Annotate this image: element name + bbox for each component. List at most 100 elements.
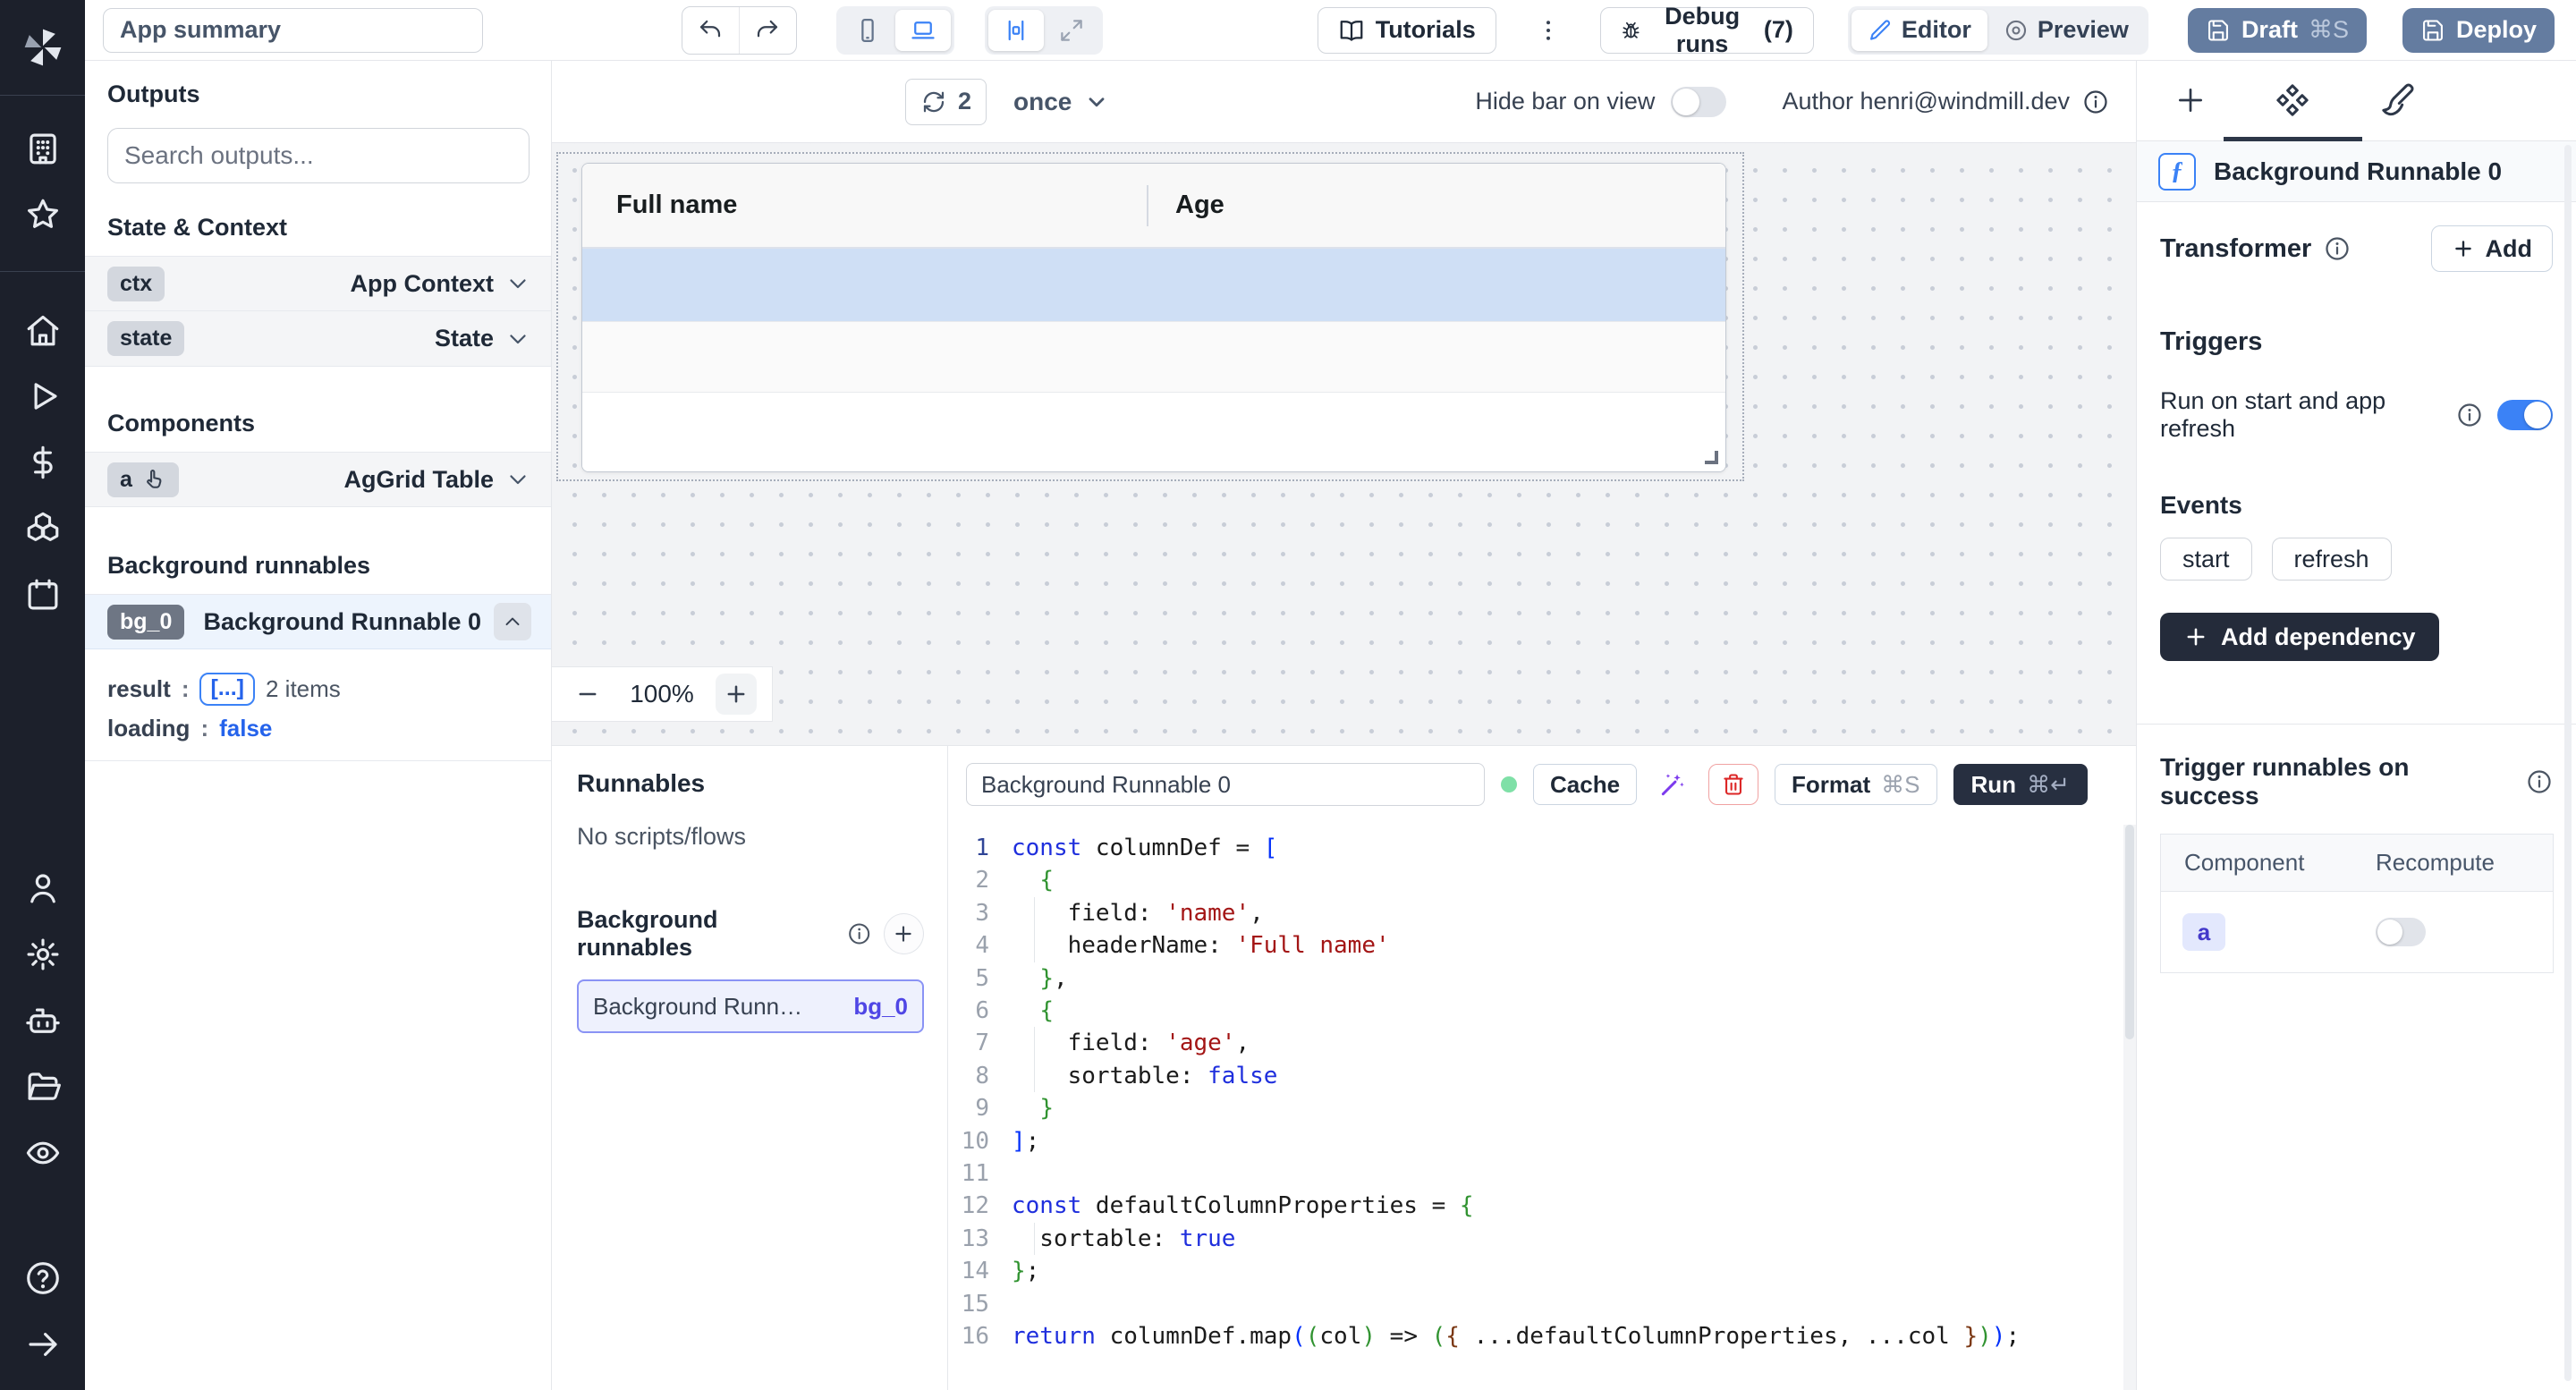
refresh-count-button[interactable]: 2: [905, 79, 987, 125]
expand-rail-button[interactable]: [0, 1311, 85, 1377]
table-column-age[interactable]: Age: [1147, 185, 1224, 226]
sidebar-item-users[interactable]: [0, 855, 85, 921]
refresh-mode-value: once: [1013, 88, 1072, 116]
code-lines[interactable]: 1const columnDef = [2 {3 field: 'name',4…: [948, 825, 2123, 1390]
undo-button[interactable]: [682, 7, 740, 54]
table-column-fullname[interactable]: Full name: [582, 191, 1147, 220]
code-line[interactable]: 10];: [948, 1125, 2123, 1157]
code-line[interactable]: 11: [948, 1157, 2123, 1190]
event-chips: start refresh: [2160, 538, 2553, 581]
code-line[interactable]: 5 },: [948, 962, 2123, 995]
sidebar-item-settings[interactable]: [0, 921, 85, 987]
sidebar-item-variables[interactable]: [0, 429, 85, 496]
delete-runnable-button[interactable]: [1708, 764, 1758, 805]
refresh-mode-select[interactable]: once: [1013, 88, 1109, 116]
code-line[interactable]: 13 sortable: true: [948, 1223, 2123, 1255]
output-row-component-a[interactable]: a AgGrid Table: [85, 452, 551, 507]
table-row[interactable]: [582, 321, 1725, 392]
event-chip[interactable]: start: [2160, 538, 2252, 581]
run-button[interactable]: Run ⌘↵: [1953, 764, 2088, 805]
editor-tab[interactable]: Editor: [1852, 10, 1987, 51]
code-line[interactable]: 15: [948, 1288, 2123, 1320]
search-outputs-input[interactable]: [107, 128, 530, 183]
sidebar-item-folders[interactable]: [0, 1054, 85, 1120]
info-icon[interactable]: [2526, 768, 2553, 795]
add-background-runnable-button[interactable]: [884, 913, 924, 954]
zoom-out-button[interactable]: [567, 674, 608, 715]
sidebar-item-workers[interactable]: [0, 987, 85, 1054]
sidebar-item-runs[interactable]: [0, 363, 85, 429]
sidebar-item-home[interactable]: [0, 297, 85, 363]
code-line[interactable]: 8 sortable: false: [948, 1060, 2123, 1092]
mobile-view-button[interactable]: [840, 10, 895, 51]
ai-assist-button[interactable]: [1653, 764, 1692, 805]
recompute-toggle[interactable]: [2376, 918, 2426, 946]
tutorials-button[interactable]: Tutorials: [1318, 7, 1496, 54]
code-line[interactable]: 6 {: [948, 995, 2123, 1027]
sidebar-item-favorites[interactable]: [0, 182, 85, 248]
code-line[interactable]: 1const columnDef = [: [948, 832, 2123, 864]
settings-tab[interactable]: [2264, 61, 2321, 140]
code-line[interactable]: 2 {: [948, 864, 2123, 896]
aggrid-table-component[interactable]: Full name Age: [581, 163, 1726, 472]
code-line[interactable]: 3 field: 'name',: [948, 897, 2123, 929]
windmill-logo[interactable]: [0, 0, 85, 95]
zoom-in-button[interactable]: [716, 674, 757, 715]
transformer-title: Transformer: [2160, 234, 2311, 264]
resize-handle[interactable]: [1705, 451, 1718, 464]
sidebar-item-apps[interactable]: [0, 115, 85, 182]
code-line[interactable]: 4 headerName: 'Full name': [948, 929, 2123, 962]
run-on-start-toggle[interactable]: [2497, 400, 2553, 430]
debug-runs-button[interactable]: Debug runs (7): [1600, 7, 1814, 54]
code-editor-panel: Cache Format ⌘S Run ⌘↵ 1const columnDef …: [948, 746, 2136, 1390]
draft-button[interactable]: Draft ⌘S: [2188, 8, 2367, 53]
styling-tab[interactable]: [2368, 61, 2426, 140]
output-row-state[interactable]: state State: [85, 311, 551, 367]
output-row-ctx[interactable]: ctx App Context: [85, 256, 551, 311]
app-summary-input[interactable]: [103, 8, 483, 53]
code-line[interactable]: 9 }: [948, 1092, 2123, 1124]
runnable-item-id: bg_0: [853, 993, 908, 1021]
windmill-app-editor: Tutorials Debug runs (7) Editor Preview …: [0, 0, 2576, 1390]
code-line[interactable]: 7 field: 'age',: [948, 1027, 2123, 1059]
runnable-name-input[interactable]: [966, 763, 1485, 806]
chevron-down-icon[interactable]: [504, 270, 531, 297]
help-button[interactable]: [0, 1245, 85, 1311]
table-row-selected[interactable]: [582, 249, 1725, 321]
desktop-view-button[interactable]: [895, 10, 951, 51]
hide-bar-toggle[interactable]: [1671, 87, 1726, 117]
editor-preview-toggle: Editor Preview: [1848, 6, 2148, 55]
chevron-down-icon[interactable]: [504, 326, 531, 352]
info-icon[interactable]: [2456, 402, 2483, 428]
editor-scrollbar[interactable]: [2123, 825, 2136, 1390]
collapse-bg0-button[interactable]: [494, 603, 531, 640]
cache-button[interactable]: Cache: [1533, 764, 1637, 805]
redo-button[interactable]: [739, 7, 796, 54]
event-chip[interactable]: refresh: [2272, 538, 2392, 581]
panel-scrollbar[interactable]: [2564, 145, 2572, 1381]
info-icon[interactable]: [847, 921, 871, 946]
info-icon[interactable]: [2324, 235, 2351, 262]
code-line[interactable]: 16return columnDef.map((col) => ({ ...de…: [948, 1320, 2123, 1352]
deploy-button[interactable]: Deploy: [2402, 8, 2555, 53]
sidebar-item-resources[interactable]: [0, 496, 85, 562]
output-row-bg0[interactable]: bg_0 Background Runnable 0: [85, 594, 551, 649]
sidebar-item-schedules[interactable]: [0, 562, 85, 628]
insert-component-tab[interactable]: [2162, 61, 2219, 140]
preview-tab[interactable]: Preview: [1987, 10, 2145, 51]
fullscreen-button[interactable]: [1044, 10, 1099, 51]
result-expand-button[interactable]: [...]: [199, 673, 255, 706]
app-canvas[interactable]: Full name Age 100%: [552, 143, 2136, 746]
format-button[interactable]: Format ⌘S: [1775, 764, 1936, 805]
add-transformer-button[interactable]: Add: [2431, 225, 2553, 272]
more-menu-button[interactable]: [1532, 7, 1564, 54]
chevron-down-icon[interactable]: [504, 466, 531, 493]
code-line[interactable]: 12const defaultColumnProperties = {: [948, 1190, 2123, 1222]
runnable-item-bg0[interactable]: Background Runnabl... bg_0: [577, 979, 924, 1033]
center-content-button[interactable]: [988, 10, 1044, 51]
sidebar-item-audit[interactable]: [0, 1120, 85, 1186]
info-icon[interactable]: [2082, 89, 2109, 115]
code-line[interactable]: 14};: [948, 1255, 2123, 1287]
line-number: 3: [948, 897, 989, 929]
add-dependency-button[interactable]: Add dependency: [2160, 613, 2439, 661]
